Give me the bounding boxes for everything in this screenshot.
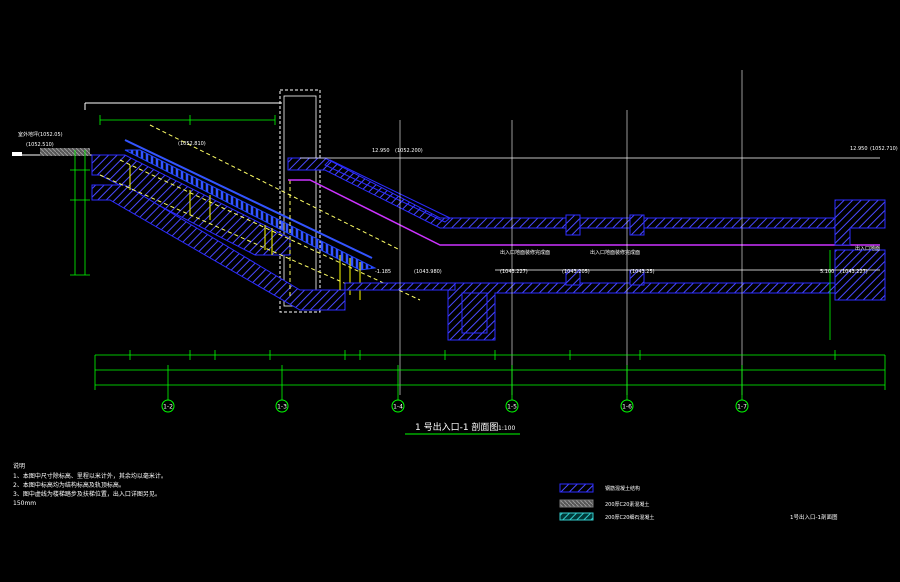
level-lower-a: -1.185 [375, 269, 391, 275]
annotation-a: 出入口地面装修完成面 [500, 249, 550, 256]
legend-label: 200厚C20素混凝土 [605, 501, 649, 508]
axis-bubble: 1-6 [620, 399, 634, 413]
level-lower-b: (1043.980) [414, 269, 442, 275]
axis-label: 1-5 [507, 404, 517, 411]
axis-bubble: 1-7 [735, 399, 749, 413]
title-main: 1 号出入口-1 剖面图 [415, 421, 498, 433]
ground-left [12, 148, 95, 156]
legend: 钢筋混凝土结构 200厚C20素混凝土 200厚C20细石混凝土 [559, 483, 654, 521]
axis-label: 1-4 [393, 404, 403, 411]
level-right-end: 5.100 [820, 269, 834, 275]
axis-label: 1-7 [737, 404, 747, 411]
annotation-c: 出入口地面 [855, 245, 880, 252]
legend-swatch-cyan [559, 512, 594, 521]
level-lower-e: (1043.25) [630, 269, 655, 275]
title-scale: 1:100 [498, 425, 515, 432]
second-flight [287, 157, 881, 246]
level-ground-left-a: 室外地坪(1052.05) [18, 131, 63, 138]
notes-heading: 说明 [13, 462, 25, 470]
level-stair-top: (1052.810) [178, 141, 206, 147]
axis-bubble: 1-4 [391, 399, 405, 413]
note-extra: 150mm [13, 500, 36, 507]
level-right-end-b: (1043.227) [840, 269, 868, 275]
axis-bubble: 1-3 [275, 399, 289, 413]
level-top-right: 12.950 [850, 146, 868, 152]
level-top-mid-b: (1052.200) [395, 148, 423, 154]
level-top-mid: 12.950 [372, 148, 390, 154]
legend-label: 钢筋混凝土结构 [605, 485, 640, 492]
axis-bubbles: 1-2 1-3 1-4 1-5 1-6 1-7 [161, 399, 749, 413]
drawing-canvas: 1-2 1-3 1-4 1-5 1-6 1-7 室外地坪(1052.05) (1… [12, 70, 898, 521]
sheet-label: 1号出入口-1剖面图 [790, 513, 838, 521]
note-item: 2、本图中标高均为结构标高及轨顶标高。 [13, 481, 125, 489]
level-lower-c: (1043.227) [500, 269, 528, 275]
level-ground-left-b: (1052.510) [26, 142, 54, 148]
legend-label: 200厚C20细石混凝土 [605, 514, 654, 521]
annotation-b: 出入口地面装修完成面 [590, 249, 640, 256]
axis-label: 1-2 [163, 404, 173, 411]
axis-label: 1-3 [277, 404, 287, 411]
legend-swatch-blue [559, 483, 594, 493]
note-item: 1、本图中尺寸除标高、里程以米计外，其余均以毫米计。 [13, 472, 167, 480]
axis-bubble: 1-5 [505, 399, 519, 413]
drawing-title: 1 号出入口-1 剖面图 1:100 [405, 421, 520, 435]
legend-swatch-gray [559, 499, 594, 508]
axis-bubble: 1-2 [161, 399, 175, 413]
notes-block: 说明 1、本图中尺寸除标高、里程以米计外，其余均以毫米计。 2、本图中标高均为结… [13, 462, 167, 507]
note-item: 3、图中虚线为楼梯踏步及扶梯位置，出入口详图另见。 [13, 490, 161, 498]
level-lower-d: (1043.205) [562, 269, 590, 275]
axis-label: 1-6 [622, 404, 632, 411]
level-top-right-b: (1052.710) [870, 146, 898, 152]
